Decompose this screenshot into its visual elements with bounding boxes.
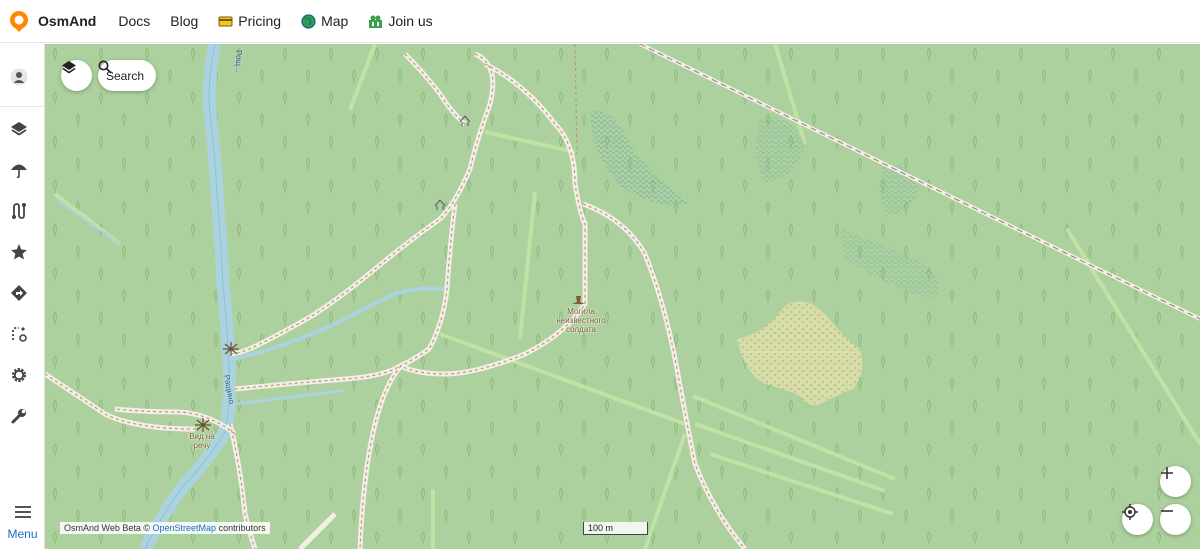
favorites-button[interactable] <box>8 241 30 263</box>
people-icon <box>369 15 383 28</box>
wrench-icon <box>11 409 26 424</box>
plan-route-button[interactable] <box>8 323 30 345</box>
nav-map-label: Map <box>321 13 349 29</box>
tracks-button[interactable] <box>8 200 30 222</box>
nav-join-us[interactable]: Join us <box>368 13 433 29</box>
openstreetmap-link[interactable]: OpenStreetMap <box>153 523 217 533</box>
layers-button[interactable] <box>8 118 30 140</box>
nav-pricing-label: Pricing <box>238 13 282 29</box>
direction-icon <box>11 285 27 301</box>
map-canvas[interactable]: Рощ... Ращино Могила неизвестного солдат… <box>45 44 1200 549</box>
layers-icon <box>62 61 76 74</box>
zoom-out-button[interactable] <box>1160 504 1191 535</box>
nav-docs[interactable]: Docs <box>118 13 150 29</box>
scale-label: 100 m <box>588 523 614 533</box>
poi-label-line: речу <box>193 441 211 450</box>
route-icon <box>12 203 26 219</box>
globe-icon <box>301 13 316 29</box>
search-button[interactable]: Search <box>98 60 157 91</box>
plus-icon <box>1161 467 1173 479</box>
crosshair-icon <box>1122 504 1138 520</box>
my-location-button[interactable] <box>1122 504 1153 535</box>
nav-join-us-label: Join us <box>388 13 433 29</box>
person-icon <box>10 68 28 86</box>
hamburger-icon <box>14 506 31 518</box>
attribution-prefix: OsmAnd Web Beta © <box>64 523 151 533</box>
brand-name: OsmAnd <box>38 13 97 29</box>
nav-blog-label: Blog <box>170 13 199 29</box>
weather-button[interactable] <box>8 159 30 181</box>
star-icon <box>11 244 27 260</box>
layers-icon <box>11 122 27 136</box>
nav-blog[interactable]: Blog <box>170 13 198 29</box>
settings-button[interactable] <box>8 364 30 386</box>
search-icon <box>98 60 112 74</box>
scale-bar: 100 m <box>583 522 648 535</box>
poi-label-line: Вид на <box>189 432 215 441</box>
poi-label-memorial[interactable]: Могила неизвестного солдата <box>551 307 611 334</box>
gear-icon <box>12 368 26 382</box>
menu-label: Menu <box>7 527 38 541</box>
account-button[interactable] <box>8 66 30 88</box>
poi-label-viewpoint[interactable]: Вид на речу <box>185 432 219 450</box>
map-attribution: OsmAnd Web Beta © OpenStreetMap contribu… <box>60 522 270 534</box>
nav-docs-label: Docs <box>118 13 151 29</box>
river-label: Рощ... <box>234 50 243 73</box>
brand-logo[interactable]: OsmAnd <box>9 10 96 32</box>
poi-label-line: Могила <box>567 307 595 316</box>
map-tiles <box>45 44 1200 549</box>
umbrella-icon <box>11 164 27 179</box>
menu-button[interactable]: Menu <box>0 505 45 541</box>
poi-label-line: неизвестного <box>556 316 606 325</box>
poi-label-line: солдата <box>566 325 596 334</box>
osmand-logo-icon <box>10 11 28 32</box>
top-nav-bar: OsmAnd Docs Blog Pricing Map Join us <box>0 0 1200 43</box>
viewpoint-icon <box>195 418 211 432</box>
tools-button[interactable] <box>8 405 30 427</box>
minus-icon <box>1161 510 1173 512</box>
attribution-suffix: contributors <box>218 523 266 533</box>
navigation-button[interactable] <box>8 282 30 304</box>
map-layers-button[interactable] <box>61 60 92 91</box>
nav-map[interactable]: Map <box>301 13 348 29</box>
card-icon <box>218 16 233 26</box>
plan-route-icon <box>12 327 27 342</box>
sidebar-divider <box>0 106 45 107</box>
nav-pricing[interactable]: Pricing <box>218 13 281 29</box>
zoom-in-button[interactable] <box>1160 466 1191 497</box>
viewpoint-icon <box>223 342 239 356</box>
left-sidebar: Menu <box>0 44 45 549</box>
